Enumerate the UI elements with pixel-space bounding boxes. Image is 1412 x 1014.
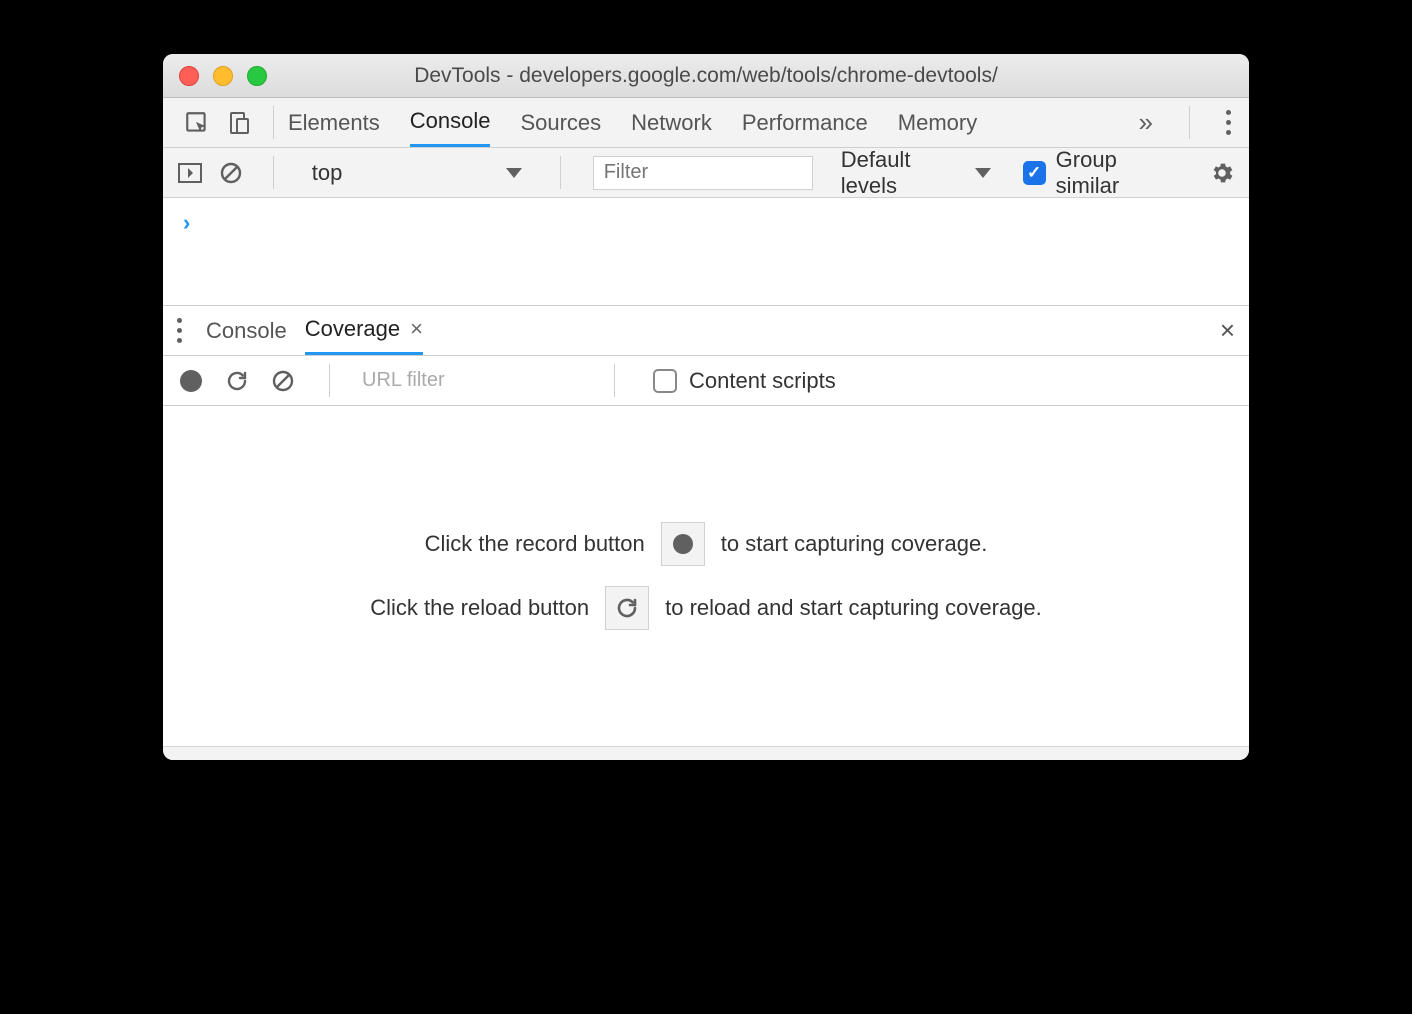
coverage-empty-state: Click the record button to start capturi… bbox=[163, 406, 1249, 746]
tabs-overflow-icon[interactable]: » bbox=[1139, 107, 1153, 138]
content-scripts-checkbox[interactable]: ✓ Content scripts bbox=[653, 368, 836, 394]
log-levels-select[interactable]: Default levels bbox=[841, 147, 991, 199]
hint-text: Click the reload button bbox=[370, 595, 589, 621]
main-tabstrip: Elements Console Sources Network Perform… bbox=[163, 98, 1249, 148]
reload-button[interactable] bbox=[223, 367, 251, 395]
drawer-tabstrip: Console Coverage × × bbox=[163, 306, 1249, 356]
tab-network[interactable]: Network bbox=[631, 98, 712, 147]
close-window-button[interactable] bbox=[179, 66, 199, 86]
clear-console-icon[interactable] bbox=[218, 159, 245, 187]
zoom-window-button[interactable] bbox=[247, 66, 267, 86]
window-footer bbox=[163, 746, 1249, 760]
drawer-tab-console[interactable]: Console bbox=[206, 306, 287, 355]
coverage-url-filter-input[interactable] bbox=[362, 365, 582, 397]
checkbox-checked-icon: ✓ bbox=[1023, 161, 1046, 185]
tab-console[interactable]: Console bbox=[410, 98, 491, 147]
window-controls bbox=[179, 66, 267, 86]
hint-text: to reload and start capturing coverage. bbox=[665, 595, 1042, 621]
main-tabs: Elements Console Sources Network Perform… bbox=[288, 98, 1139, 147]
console-sidebar-toggle-icon[interactable] bbox=[177, 159, 204, 187]
clear-coverage-icon[interactable] bbox=[269, 367, 297, 395]
minimize-window-button[interactable] bbox=[213, 66, 233, 86]
tab-memory[interactable]: Memory bbox=[898, 98, 977, 147]
devtools-window: DevTools - developers.google.com/web/too… bbox=[163, 54, 1249, 760]
record-icon bbox=[673, 534, 693, 554]
console-toolbar: top Default levels ✓ Group similar bbox=[163, 148, 1249, 198]
inspect-element-icon[interactable] bbox=[183, 109, 211, 137]
console-settings-icon[interactable] bbox=[1209, 160, 1235, 186]
hint-text: Click the record button bbox=[425, 531, 645, 557]
drawer-menu-icon[interactable] bbox=[177, 318, 182, 343]
hint-reload-button[interactable] bbox=[605, 586, 649, 630]
console-output[interactable]: › bbox=[163, 198, 1249, 306]
titlebar: DevTools - developers.google.com/web/too… bbox=[163, 54, 1249, 98]
dropdown-icon bbox=[975, 168, 991, 178]
device-toolbar-icon[interactable] bbox=[225, 109, 253, 137]
window-title: DevTools - developers.google.com/web/too… bbox=[163, 64, 1249, 88]
log-levels-label: Default levels bbox=[841, 147, 967, 199]
execution-context-value: top bbox=[312, 160, 343, 186]
coverage-toolbar: ✓ Content scripts bbox=[163, 356, 1249, 406]
checkbox-unchecked-icon: ✓ bbox=[653, 369, 677, 393]
tab-sources[interactable]: Sources bbox=[520, 98, 601, 147]
content-scripts-label: Content scripts bbox=[689, 368, 836, 394]
hint-record-button[interactable] bbox=[661, 522, 705, 566]
close-tab-icon[interactable]: × bbox=[410, 316, 423, 342]
tab-elements[interactable]: Elements bbox=[288, 98, 380, 147]
main-menu-icon[interactable] bbox=[1226, 110, 1231, 135]
close-drawer-icon[interactable]: × bbox=[1220, 306, 1235, 355]
record-button[interactable] bbox=[177, 367, 205, 395]
hint-text: to start capturing coverage. bbox=[721, 531, 988, 557]
dropdown-icon bbox=[506, 168, 522, 178]
console-filter-input[interactable] bbox=[593, 156, 813, 190]
tab-performance[interactable]: Performance bbox=[742, 98, 868, 147]
console-prompt-icon: › bbox=[183, 210, 190, 235]
drawer-tab-coverage[interactable]: Coverage × bbox=[305, 306, 423, 355]
group-similar-checkbox[interactable]: ✓ Group similar bbox=[1023, 147, 1181, 199]
group-similar-label: Group similar bbox=[1056, 147, 1181, 199]
execution-context-select[interactable]: top bbox=[302, 160, 532, 186]
record-icon bbox=[180, 370, 202, 392]
